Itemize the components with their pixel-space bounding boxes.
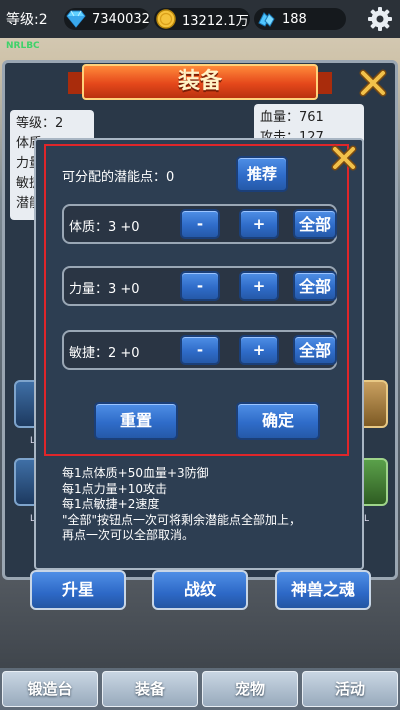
- strength-minus-button[interactable]: -: [180, 271, 220, 301]
- stat-row-constitution: 体质：3 +0 - + 全部: [62, 204, 337, 244]
- diamond-count: 7340032: [92, 11, 150, 27]
- nav-equipment[interactable]: 装备: [102, 671, 198, 707]
- crystal-counter[interactable]: 188: [254, 8, 346, 30]
- strength-all-button[interactable]: 全部: [293, 271, 337, 301]
- diamond-counter[interactable]: 7340032: [64, 8, 150, 30]
- diamond-icon: [66, 10, 86, 28]
- rule-cancel: 再点一次可以全部取消。: [62, 528, 195, 542]
- tab-beast-soul[interactable]: 神兽之魂: [275, 570, 371, 610]
- strength-value: 力量：3 +0: [69, 282, 140, 297]
- strength-plus-button[interactable]: +: [239, 271, 279, 301]
- agility-all-button[interactable]: 全部: [293, 335, 337, 365]
- confirm-button[interactable]: 确定: [236, 402, 320, 440]
- player-level: 等级:2: [6, 12, 48, 28]
- point-rules-description: 每1点体质+50血量+3防御 每1点力量+10攻击 每1点敏捷+2速度 "全部"…: [62, 466, 352, 544]
- rule-strength: 每1点力量+10攻击: [62, 481, 167, 496]
- tab-upgrade-star[interactable]: 升星: [30, 570, 126, 610]
- close-x-icon[interactable]: [330, 144, 358, 172]
- agility-minus-button[interactable]: -: [180, 335, 220, 365]
- constitution-value: 体质：3 +0: [69, 220, 140, 235]
- stat-row-agility: 敏捷：2 +0 - + 全部: [62, 330, 337, 370]
- server-tag: NRLBC: [6, 41, 40, 51]
- crystal-count: 188: [282, 11, 307, 27]
- agility-value: 敏捷：2 +0: [69, 346, 140, 361]
- constitution-all-button[interactable]: 全部: [293, 209, 337, 239]
- gold-count: 13212.1万: [182, 13, 249, 29]
- gold-coin-icon: [156, 9, 176, 29]
- reset-button[interactable]: 重置: [94, 402, 178, 440]
- nav-events[interactable]: 活动: [302, 671, 398, 707]
- slot-label: L: [364, 514, 370, 524]
- constitution-minus-button[interactable]: -: [180, 209, 220, 239]
- nav-forge[interactable]: 锻造台: [2, 671, 98, 707]
- gold-counter[interactable]: 13212.1万: [154, 8, 250, 30]
- top-bar: 等级:2 7340032 13212.1万 188: [0, 0, 400, 38]
- rule-agility: 每1点敏捷+2速度: [62, 497, 160, 511]
- equipment-title-banner: 装备: [82, 64, 318, 100]
- close-x-icon[interactable]: [358, 68, 388, 98]
- stat-level: 等级：2: [16, 116, 64, 131]
- agility-plus-button[interactable]: +: [239, 335, 279, 365]
- available-points-label: 可分配的潜能点：0: [62, 170, 175, 185]
- crystal-icon: [258, 12, 275, 27]
- constitution-plus-button[interactable]: +: [239, 209, 279, 239]
- nav-pets[interactable]: 宠物: [202, 671, 298, 707]
- stat-hp: 血量：761: [260, 110, 324, 125]
- recommend-button[interactable]: 推荐: [236, 156, 288, 192]
- rule-all-button: "全部"按钮点一次可将剩余潜能点全部加上，: [62, 512, 302, 527]
- tab-battle-pattern[interactable]: 战纹: [152, 570, 248, 610]
- rule-constitution: 每1点体质+50血量+3防御: [62, 466, 209, 480]
- settings-gear-icon[interactable]: [366, 5, 394, 33]
- stat-row-strength: 力量：3 +0 - + 全部: [62, 266, 337, 306]
